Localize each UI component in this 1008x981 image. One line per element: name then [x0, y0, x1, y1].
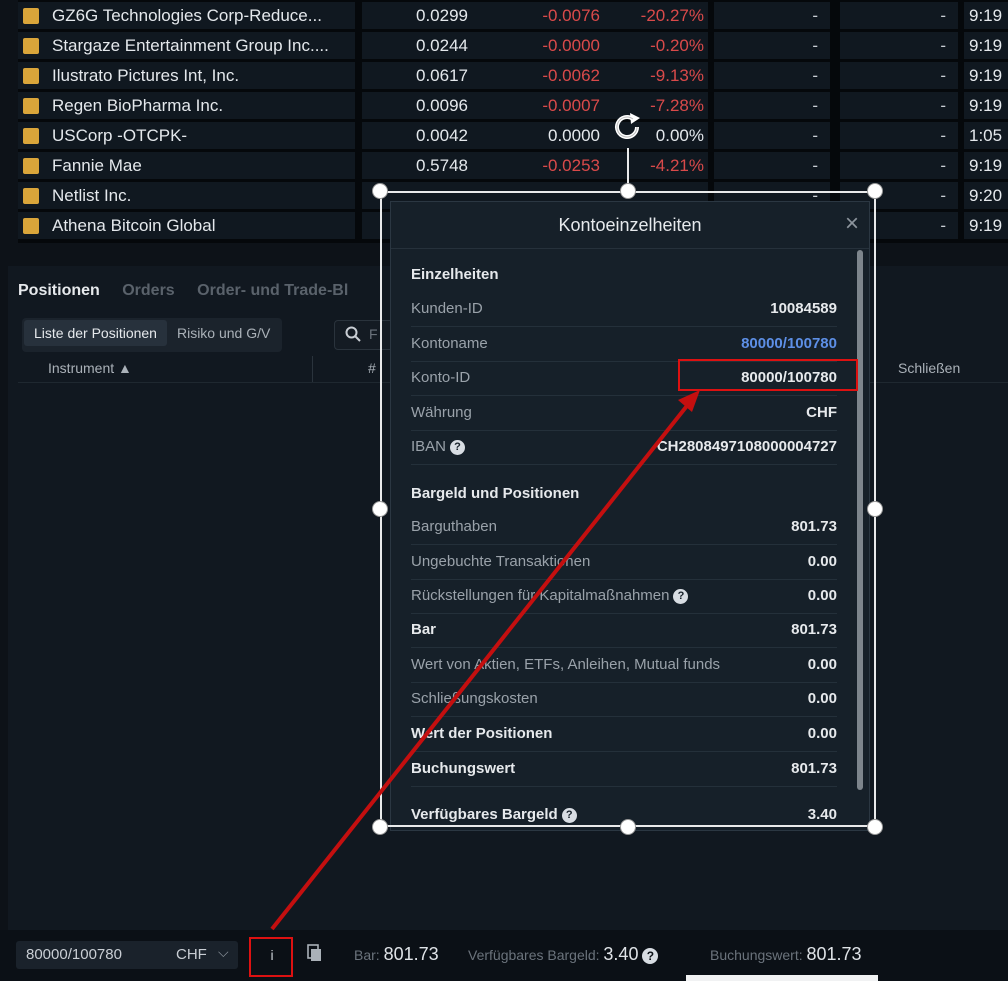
annotation-arrow	[270, 390, 700, 931]
